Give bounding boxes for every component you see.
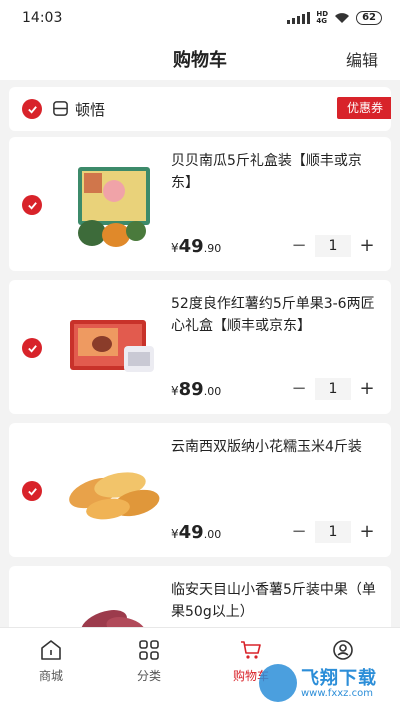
- battery-indicator: 62: [356, 11, 382, 25]
- item-checkbox[interactable]: [22, 481, 42, 501]
- shop-name[interactable]: 顿悟: [75, 99, 105, 120]
- checkmark-icon: [27, 344, 37, 353]
- cart-item: 52度良作红薯约5斤单果3-6两匠心礼盒【顺丰或京东】 ¥89.00 − 1 +: [9, 280, 391, 414]
- shop-icon: [53, 101, 68, 116]
- edit-button[interactable]: 编辑: [346, 47, 378, 71]
- checkmark-icon: [27, 201, 37, 210]
- watermark-text: 飞翔下载: [301, 668, 377, 689]
- decrease-button[interactable]: −: [289, 235, 309, 257]
- page-title: 购物车: [173, 50, 227, 71]
- checkmark-icon: [27, 105, 37, 114]
- product-image[interactable]: [64, 441, 164, 541]
- tab-mall[interactable]: 商城: [11, 638, 91, 684]
- product-image[interactable]: [64, 155, 164, 255]
- status-time: 14:03: [22, 10, 63, 26]
- quantity-value[interactable]: 1: [315, 521, 351, 543]
- item-checkbox[interactable]: [22, 338, 42, 358]
- tab-category[interactable]: 分类: [109, 638, 189, 684]
- tab-label: 分类: [136, 669, 161, 683]
- quantity-value[interactable]: 1: [315, 235, 351, 257]
- item-checkbox[interactable]: [22, 195, 42, 215]
- cart-icon: [241, 641, 261, 659]
- title-bar: 购物车 编辑: [0, 36, 400, 80]
- product-price: ¥49.90: [171, 236, 222, 257]
- tab-label: 商城: [38, 669, 63, 683]
- product-price: ¥89.00: [171, 379, 222, 400]
- increase-button[interactable]: +: [357, 235, 377, 257]
- watermark-url: www.fxxz.com: [301, 688, 373, 699]
- increase-button[interactable]: +: [357, 378, 377, 400]
- product-title[interactable]: 贝贝南瓜5斤礼盒装【顺丰或京东】: [171, 150, 381, 194]
- network-type: HD 4G: [316, 10, 329, 25]
- product-price: ¥49.00: [171, 522, 222, 543]
- coupon-button[interactable]: 优惠券: [336, 97, 391, 119]
- product-title[interactable]: 云南西双版纳小花糯玉米4斤装: [171, 436, 381, 458]
- quantity-stepper: − 1 +: [289, 521, 377, 543]
- decrease-button[interactable]: −: [289, 378, 309, 400]
- watermark: 飞翔下载 www.fxxz.com: [253, 660, 400, 711]
- product-image[interactable]: [64, 298, 164, 398]
- wifi-icon: [335, 13, 350, 23]
- category-icon: [139, 640, 159, 660]
- watermark-logo-icon: [259, 664, 297, 702]
- home-icon: [41, 640, 61, 660]
- shop-checkbox[interactable]: [22, 99, 42, 119]
- signal-icon: [287, 12, 311, 24]
- cart-item: 贝贝南瓜5斤礼盒装【顺丰或京东】 ¥49.90 − 1 +: [9, 137, 391, 271]
- product-title[interactable]: 临安天目山小香薯5斤装中果（单果50g以上）: [171, 579, 381, 623]
- status-bar: 14:03 HD 4G 62: [0, 0, 400, 36]
- quantity-stepper: − 1 +: [289, 235, 377, 257]
- user-icon: [333, 640, 353, 660]
- increase-button[interactable]: +: [357, 521, 377, 543]
- status-icons: HD 4G 62: [287, 11, 382, 25]
- product-title[interactable]: 52度良作红薯约5斤单果3-6两匠心礼盒【顺丰或京东】: [171, 293, 381, 337]
- checkmark-icon: [27, 487, 37, 496]
- decrease-button[interactable]: −: [289, 521, 309, 543]
- quantity-value[interactable]: 1: [315, 378, 351, 400]
- quantity-stepper: − 1 +: [289, 378, 377, 400]
- cart-item: 云南西双版纳小花糯玉米4斤装 ¥49.00 − 1 +: [9, 423, 391, 557]
- shop-header: 顿悟 优惠券: [9, 87, 391, 131]
